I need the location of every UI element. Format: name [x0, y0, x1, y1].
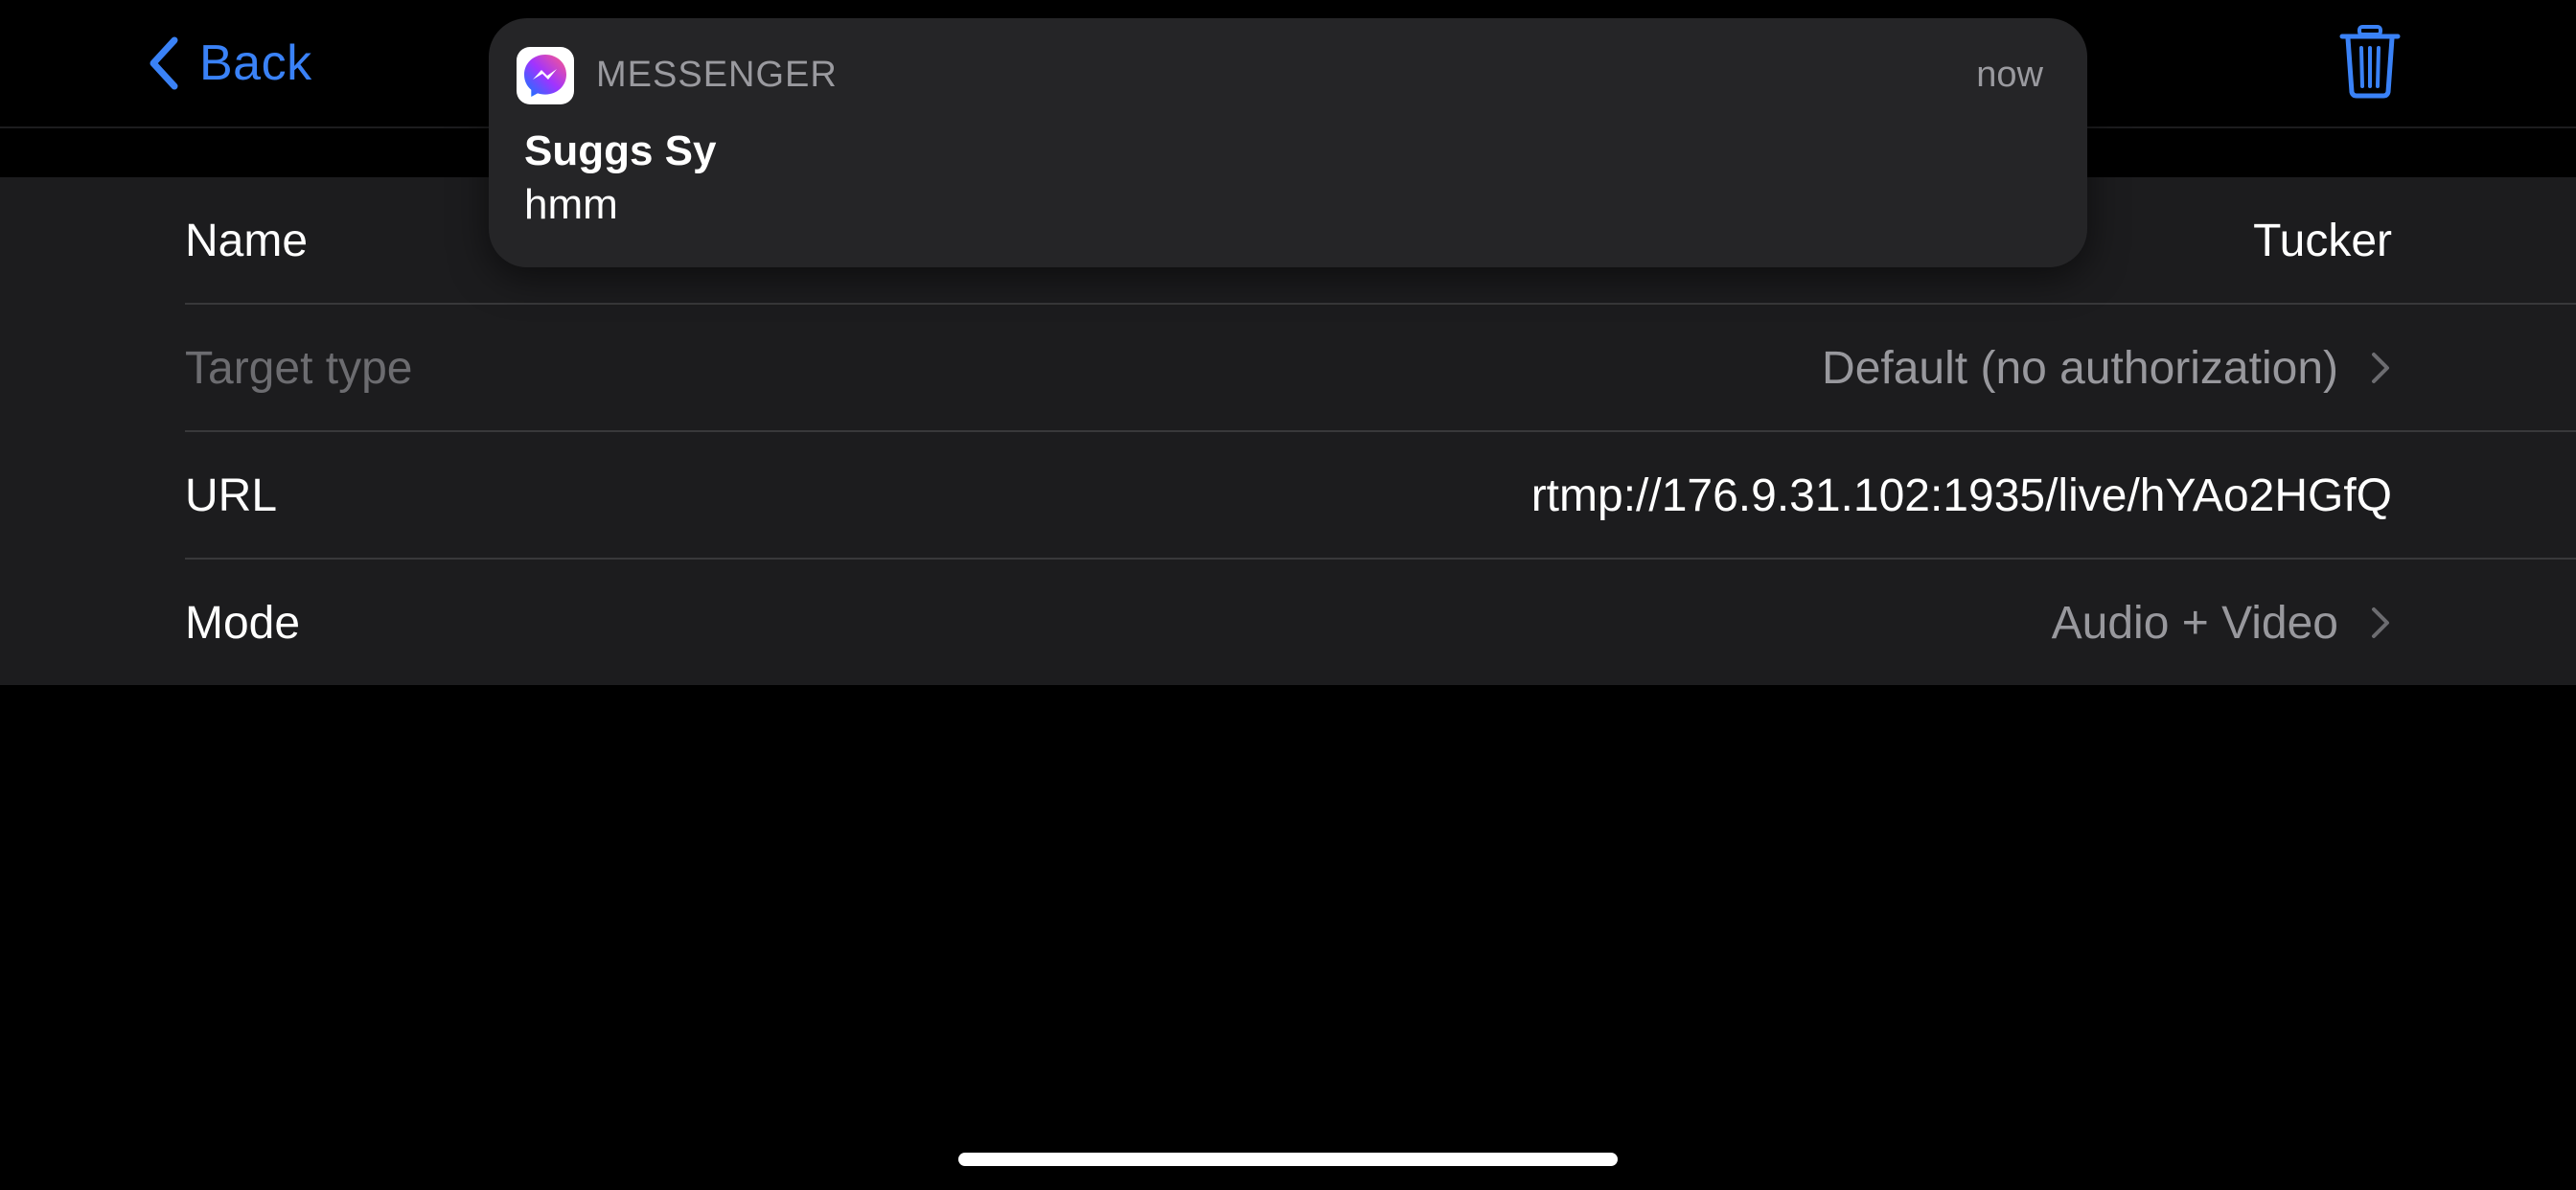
name-value[interactable]: Tucker — [2253, 215, 2392, 267]
target-type-value: Default (no authorization) — [1822, 342, 2338, 394]
target-type-label: Target type — [185, 342, 413, 394]
notification-time: now — [1976, 55, 2043, 95]
mode-label: Mode — [185, 597, 301, 649]
back-button[interactable]: Back — [146, 27, 312, 100]
notification-banner[interactable]: MESSENGER now Suggs Sy hmm — [489, 18, 2087, 267]
name-label: Name — [185, 215, 309, 266]
mode-row[interactable]: Mode Audio + Video — [0, 560, 2576, 686]
target-type-row[interactable]: Target type Default (no authorization) — [0, 305, 2576, 431]
notification-title: Suggs Sy — [524, 127, 717, 174]
notification-body: hmm — [524, 181, 618, 228]
url-label: URL — [185, 469, 278, 521]
chevron-right-icon — [2372, 353, 2389, 383]
back-label: Back — [199, 35, 312, 91]
screen: Back Name Tucker Target type Default (no… — [0, 0, 2576, 1190]
chevron-left-icon — [150, 36, 178, 90]
url-row[interactable]: URL rtmp://176.9.31.102:1935/live/hYAo2H… — [0, 432, 2576, 559]
messenger-icon — [517, 47, 574, 104]
chevron-right-icon — [2372, 607, 2389, 638]
trash-icon[interactable] — [2336, 23, 2404, 100]
mode-value: Audio + Video — [2051, 597, 2338, 649]
notification-app-name: MESSENGER — [596, 55, 838, 95]
home-indicator[interactable] — [958, 1153, 1618, 1166]
url-value[interactable]: rtmp://176.9.31.102:1935/live/hYAo2HGfQ — [1531, 469, 2392, 522]
